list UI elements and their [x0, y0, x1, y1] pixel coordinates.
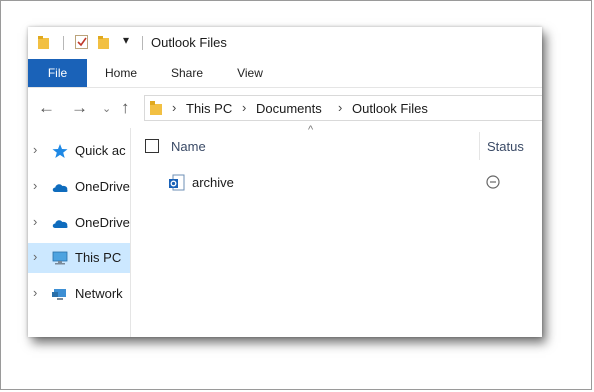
back-arrow-icon[interactable]: ← — [38, 98, 55, 118]
nav-item-onedrive[interactable]: › OneDrive — [28, 172, 130, 202]
screenshot-frame: ▾ Outlook Files File Home Share View ← →… — [0, 0, 592, 390]
toolbar-divider — [63, 36, 64, 50]
nav-item-label: OneDrive — [75, 215, 130, 230]
cloud-icon — [52, 184, 68, 192]
expand-chevron-icon[interactable]: › — [33, 142, 37, 157]
expand-chevron-icon[interactable]: › — [33, 178, 37, 193]
breadcrumb-chevron-icon[interactable]: › — [172, 100, 176, 115]
nav-item-label: OneDrive — [75, 179, 130, 194]
navigation-bar: ← → ⌄ ↑ › This PC › Documents › Outlook … — [28, 88, 542, 128]
customize-toolbar-dropdown-icon[interactable]: ▾ — [123, 33, 129, 47]
network-icon — [52, 289, 66, 300]
nav-item-this-pc[interactable]: › This PC — [28, 243, 130, 273]
file-list: ^ Name Status archive — [131, 124, 542, 337]
column-divider[interactable] — [479, 132, 480, 160]
outlook-data-file-icon — [169, 174, 185, 191]
nav-item-quick-access[interactable]: › Quick ac — [28, 136, 130, 166]
tab-home[interactable]: Home — [98, 59, 144, 87]
properties-icon[interactable] — [75, 35, 88, 49]
folder-icon[interactable] — [38, 36, 49, 49]
recent-locations-chevron-icon[interactable]: ⌄ — [102, 102, 111, 115]
column-header-status[interactable]: Status — [487, 139, 524, 154]
nav-item-network[interactable]: › Network — [28, 279, 130, 309]
breadcrumb-documents[interactable]: Documents — [256, 101, 322, 116]
forward-arrow-icon[interactable]: → — [71, 98, 88, 118]
title-bar: ▾ Outlook Files — [28, 27, 542, 59]
up-arrow-icon[interactable]: ↑ — [121, 98, 130, 118]
window-title: Outlook Files — [151, 35, 227, 50]
breadcrumb-chevron-icon[interactable]: › — [338, 100, 342, 115]
expand-chevron-icon[interactable]: › — [33, 285, 37, 300]
nav-item-label: Network — [75, 286, 123, 301]
nav-item-label: This PC — [75, 250, 122, 265]
minus-circle-icon — [486, 175, 500, 189]
breadcrumb-chevron-icon[interactable]: › — [242, 100, 246, 115]
nav-item-label: Quick ac — [75, 143, 126, 158]
nav-item-onedrive-2[interactable]: › OneDrive — [28, 208, 130, 238]
title-divider — [142, 36, 143, 50]
tab-file[interactable]: File — [28, 59, 87, 87]
cloud-icon — [52, 220, 68, 228]
ribbon-tabs: File Home Share View — [28, 59, 542, 88]
new-folder-icon[interactable] — [98, 36, 109, 49]
navigation-pane: › Quick ac › OneDrive › OneDrive › This … — [28, 128, 131, 337]
expand-chevron-icon[interactable]: › — [33, 214, 37, 229]
file-explorer-window: ▾ Outlook Files File Home Share View ← →… — [28, 27, 542, 337]
star-icon — [52, 144, 68, 158]
expand-chevron-icon[interactable]: › — [33, 249, 37, 264]
computer-icon — [52, 251, 68, 265]
select-all-checkbox[interactable] — [145, 139, 159, 153]
address-bar[interactable]: › This PC › Documents › Outlook Files — [144, 95, 542, 121]
column-header-name[interactable]: Name — [171, 139, 206, 154]
tab-share[interactable]: Share — [162, 59, 212, 87]
file-row[interactable]: archive — [131, 170, 542, 196]
tab-view[interactable]: View — [228, 59, 272, 87]
file-name[interactable]: archive — [192, 175, 234, 190]
breadcrumb-outlook-files[interactable]: Outlook Files — [352, 101, 428, 116]
sort-ascending-icon: ^ — [308, 124, 314, 136]
address-folder-icon — [150, 101, 162, 115]
breadcrumb-this-pc[interactable]: This PC — [186, 101, 232, 116]
